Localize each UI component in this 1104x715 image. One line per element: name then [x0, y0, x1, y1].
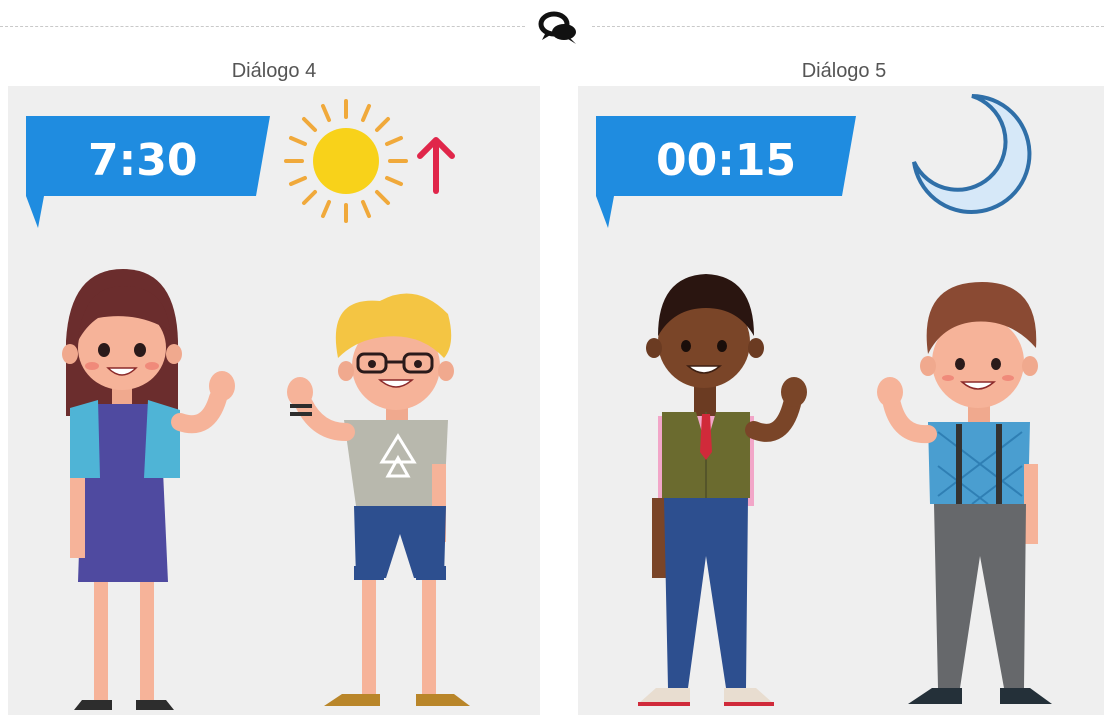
- dialog-title: Diálogo 5: [801, 60, 887, 82]
- man-figure-suspenders: [877, 282, 1052, 704]
- dialog-image[interactable]: 00:15: [578, 86, 1104, 715]
- divider-line-right: [592, 26, 1104, 27]
- dialog-panel-5[interactable]: Diálogo 5 00:15: [578, 56, 1104, 715]
- dialog-image[interactable]: 7:30: [8, 86, 540, 715]
- dialog-title: Diálogo 4: [231, 60, 317, 82]
- divider-line-left: [0, 26, 525, 27]
- section-divider: [0, 0, 1104, 60]
- man-figure-glasses: [287, 293, 470, 706]
- woman-figure: [62, 269, 235, 710]
- chat-bubbles-icon: [538, 11, 576, 44]
- time-label: 00:15: [656, 135, 797, 186]
- sun-icon: [284, 99, 408, 223]
- man-figure-vest: [638, 274, 807, 706]
- moon-icon: [912, 94, 1032, 214]
- arrow-up-icon: [417, 137, 455, 194]
- dialog-panel-4[interactable]: Diálogo 4 7:30: [8, 56, 540, 715]
- time-label: 7:30: [88, 135, 198, 186]
